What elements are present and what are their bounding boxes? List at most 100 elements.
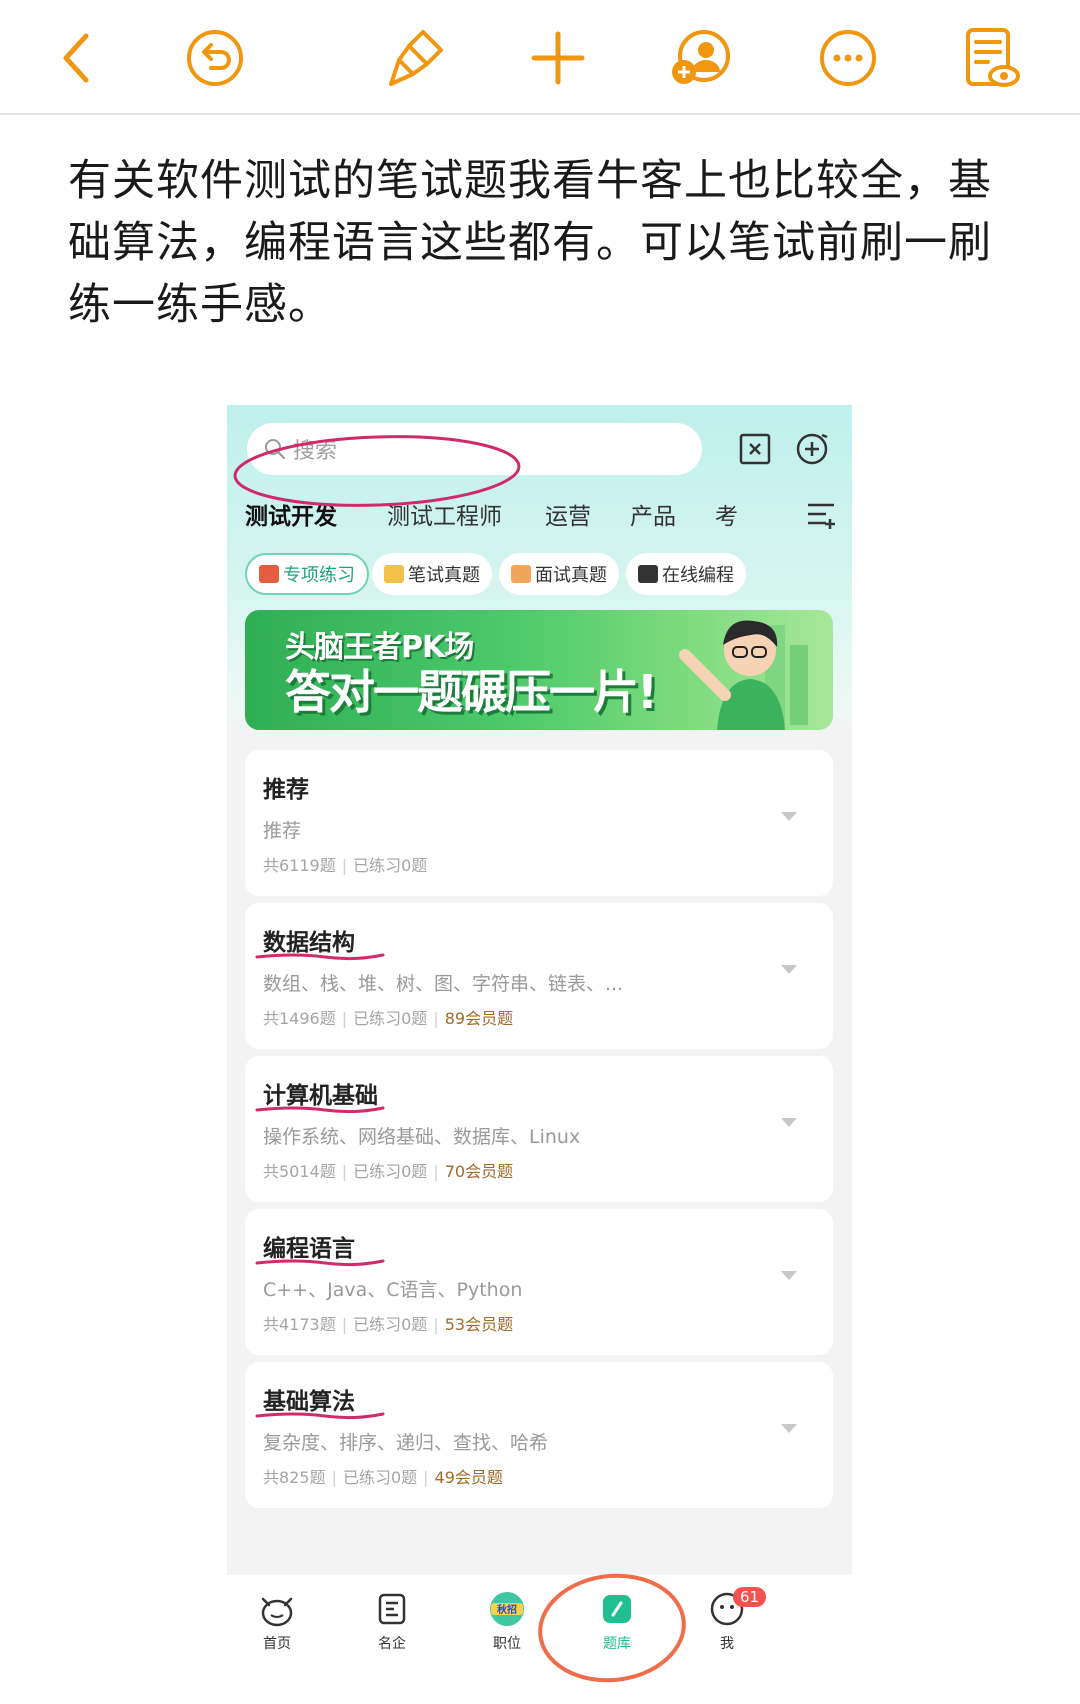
document-view-icon [966,28,1020,87]
annotation-underline [255,1106,385,1114]
scan-icon [739,433,771,465]
practiced-count: 已练习0题 [342,1468,418,1487]
notification-badge: 61 [733,1587,767,1607]
chip-label: 在线编程 [662,565,734,586]
category-card-algorithms[interactable]: 基础算法 复杂度、排序、递归、查找、哈希 共825题 | 已练习0题 | 49会员题 [245,1362,833,1508]
card-description: 推荐 [263,820,302,842]
autumn-recruit-icon: 秋招 [490,1592,524,1626]
nav-question-bank[interactable]: 题库 [567,1583,667,1673]
chip-label: 面试真题 [535,565,607,586]
tab-product[interactable]: 产品 [630,497,676,531]
practice-chips: 专项练习 笔试真题 面试真题 在线编程 [245,553,845,597]
pencil-icon [384,565,404,583]
search-placeholder: 搜索 [293,439,338,464]
tab-test-engineer[interactable]: 测试工程师 [387,497,502,531]
article-paragraph: 有关软件测试的笔试题我看牛客上也比较全，基础算法，编程语言这些都有。可以笔试前刷… [68,156,992,330]
nav-companies[interactable]: 名企 [342,1583,442,1673]
nav-label: 题库 [603,1636,631,1652]
back-icon [63,33,89,83]
expand-arrow-icon[interactable] [781,1271,797,1280]
card-title: 推荐 [263,777,309,803]
autumn-badge-text: 秋招 [497,1603,517,1616]
laptop-icon [638,565,658,583]
nav-label: 名企 [378,1636,406,1652]
nav-label: 职位 [493,1636,521,1652]
brush-icon [389,30,443,86]
chip-written-exam[interactable]: 笔试真题 [372,553,492,595]
annotation-underline [255,953,385,961]
cat-home-icon [261,1597,293,1627]
tab-test-dev[interactable]: 测试开发 [245,497,337,531]
vip-count: 49会员题 [434,1468,503,1487]
chip-label: 专项练习 [283,565,355,586]
company-list-icon [378,1593,406,1625]
search-icon [265,439,285,459]
card-description: 复杂度、排序、递归、查找、哈希 [263,1432,549,1454]
books-icon [259,565,279,583]
card-description: 操作系统、网络基础、数据库、Linux [263,1126,581,1148]
category-tabs: 测试开发 测试工程师 运营 产品 考 [227,497,852,547]
practiced-count: 已练习0题 [353,1162,428,1181]
category-card-languages[interactable]: 编程语言 C++、Java、C语言、Python 共4173题 | 已练习0题 | 53… [245,1209,833,1355]
chip-topic-practice[interactable]: 专项练习 [245,553,369,595]
add-collaborator-icon [672,30,730,84]
nav-label: 首页 [263,1636,291,1652]
question-count: 共1496题 [263,1009,336,1028]
add-button[interactable] [518,18,598,98]
more-button[interactable] [808,18,888,98]
card-stats: 共1496题 | 已练习0题 | 89会员题 [263,1009,514,1028]
add-post-button[interactable] [792,429,832,469]
question-bank-icon [603,1595,631,1623]
undo-button[interactable] [175,18,255,98]
practiced-count: 已练习0题 [353,1009,428,1028]
nav-label: 我 [720,1636,734,1652]
nav-home[interactable]: 首页 [227,1583,327,1673]
nav-jobs[interactable]: 秋招 职位 [457,1583,557,1673]
card-description: C++、Java、C语言、Python [263,1279,523,1301]
scan-button[interactable] [735,429,775,469]
tab-exam[interactable]: 考 [715,497,738,531]
question-count: 共4173题 [263,1315,336,1334]
nav-me[interactable]: 我 61 [677,1583,777,1673]
practiced-count: 已练习0题 [353,1315,428,1334]
add-collaborator-button[interactable] [660,18,740,98]
search-input[interactable]: 搜索 [247,423,702,475]
chip-interview[interactable]: 面试真题 [499,553,619,595]
card-stats: 共6119题 | 已练习0题 [263,856,428,875]
practiced-count: 已练习0题 [353,856,428,875]
vip-count: 70会员题 [444,1162,514,1181]
question-count: 共5014题 [263,1162,336,1181]
chip-label: 笔试真题 [408,565,480,586]
document-view-button[interactable] [950,18,1030,98]
category-card-recommended[interactable]: 推荐 推荐 共6119题 | 已练习0题 [245,750,833,896]
expand-arrow-icon[interactable] [781,1424,797,1433]
expand-arrow-icon[interactable] [781,965,797,974]
undo-icon [187,30,243,86]
more-icon [820,30,876,86]
expand-arrow-icon[interactable] [781,812,797,821]
card-stats: 共5014题 | 已练习0题 | 70会员题 [263,1162,514,1181]
chip-online-coding[interactable]: 在线编程 [626,553,746,595]
tab-menu-icon[interactable] [806,501,838,529]
card-stats: 共4173题 | 已练习0题 | 53会员题 [263,1315,514,1334]
bottom-nav: 首页 名企 秋招 职位 题库 我 61 [227,1575,852,1695]
promo-banner[interactable]: 头脑王者PK场 答对一题碾压一片! [245,610,833,730]
vip-count: 89会员题 [444,1009,514,1028]
annotation-underline [255,1412,385,1420]
category-card-cs-basics[interactable]: 计算机基础 操作系统、网络基础、数据库、Linux 共5014题 | 已练习0题 | 7… [245,1056,833,1202]
back-button[interactable] [38,18,118,98]
banner-slogan: 答对一题碾压一片! [285,665,658,719]
add-icon [531,31,585,85]
mascot-illustration [679,620,808,730]
expand-arrow-icon[interactable] [781,1118,797,1127]
format-brush-button[interactable] [375,18,455,98]
top-toolbar [0,0,1080,115]
embedded-app-screenshot: 搜索 测试开发 测试工程师 运营 产品 考 专项练习 笔试真题 面试真题 在线编… [227,405,852,1695]
card-description: 数组、栈、堆、树、图、字符串、链表、... [263,973,624,995]
card-stats: 共825题 | 已练习0题 | 49会员题 [263,1468,503,1487]
tab-operations[interactable]: 运营 [545,497,591,531]
vip-count: 53会员题 [444,1315,514,1334]
annotation-underline [255,1259,385,1267]
add-circle-icon [796,433,828,465]
category-card-data-structures[interactable]: 数据结构 数组、栈、堆、树、图、字符串、链表、... 共1496题 | 已练习0题 |… [245,903,833,1049]
